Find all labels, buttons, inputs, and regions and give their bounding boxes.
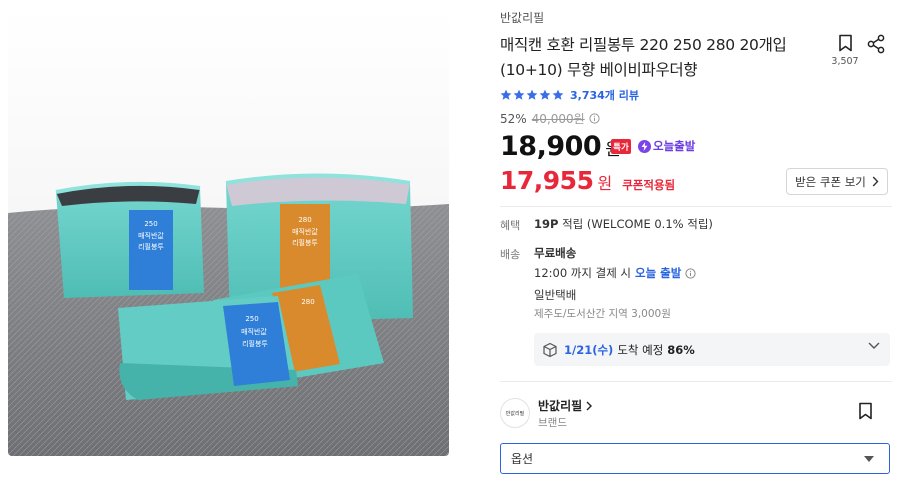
shipping-cutoff-time: 12:00 까지 결제 시 <box>534 266 632 280</box>
svg-text:리필봉투: 리필봉투 <box>138 242 164 251</box>
product-info-panel: 반값리필 매직캔 호환 리필봉투 220 250 280 20개입 (10+10… <box>500 0 892 485</box>
product-image[interactable]: 250 매직반값 리필봉투 280 매직반값 리필봉투 280 250 매직반값… <box>8 8 449 456</box>
benefit-points: 19P <box>534 217 559 231</box>
brand-link[interactable]: 반값리필 <box>500 9 544 26</box>
star-icon <box>513 89 525 100</box>
coupon-price: 17,955 원 쿠폰적용됨 <box>500 166 675 195</box>
rating-row[interactable]: 3,734개 리뷰 <box>500 87 639 103</box>
svg-text:250: 250 <box>245 315 258 323</box>
coupon-applied-tag: 쿠폰적용됨 <box>622 178 676 192</box>
product-title: 매직캔 호환 리필봉투 220 250 280 20개입 (10+10) 무향 … <box>500 36 787 79</box>
bookmark-button[interactable]: 3,507 <box>831 34 859 67</box>
share-button[interactable] <box>866 34 886 54</box>
price-value: 18,900 <box>500 131 602 162</box>
delivery-estimate-dropdown[interactable]: 1/21(수) 도착 예정 86% <box>534 333 890 366</box>
bookmark-icon <box>859 402 872 420</box>
svg-text:리필봉투: 리필봉투 <box>242 339 268 348</box>
divider <box>500 381 892 382</box>
seller-bookmark-button[interactable] <box>858 402 873 424</box>
discount-row: 52% 40,000원 <box>500 110 600 127</box>
coupon-price-value: 17,955 <box>500 166 594 195</box>
svg-text:매직반값: 매직반값 <box>138 231 164 240</box>
benefit-points-row: 19P 적립 (WELCOME 0.1% 적립) <box>534 216 713 232</box>
svg-text:280: 280 <box>298 216 311 224</box>
star-icon <box>500 89 512 100</box>
caret-down-icon <box>864 456 874 462</box>
delivery-text: 도착 예정 <box>617 342 664 357</box>
package-icon <box>543 342 557 357</box>
shipping-fee: 무료배송 <box>534 246 577 260</box>
sale-price: 18,900 원 <box>500 131 621 162</box>
seller-logo[interactable]: 반값리필 <box>500 398 530 428</box>
benefit-text: 적립 (WELCOME 0.1% 적립) <box>562 217 713 231</box>
delivery-percent: 86% <box>667 342 695 357</box>
info-icon[interactable] <box>589 113 600 124</box>
star-icon <box>526 89 538 100</box>
seller-name: 반값리필 <box>538 399 583 413</box>
star-icon <box>552 89 564 100</box>
today-shipping-label: 오늘출발 <box>653 139 696 153</box>
coupon-price-unit: 원 <box>597 174 613 193</box>
bookmark-icon <box>838 34 852 52</box>
chevron-right-icon <box>586 401 593 410</box>
delivery-date: 1/21(수) <box>564 342 614 357</box>
info-icon[interactable] <box>685 267 696 279</box>
review-count-link[interactable]: 3,734개 리뷰 <box>570 87 639 103</box>
view-coupons-label: 받은 쿠폰 보기 <box>795 174 866 189</box>
svg-text:리필봉투: 리필봉투 <box>292 238 318 247</box>
rating-stars <box>500 89 564 101</box>
share-icon <box>867 34 885 54</box>
shipping-label: 배송 <box>500 248 521 261</box>
option-select[interactable]: 옵션 <box>500 443 890 474</box>
product-photo: 250 매직반값 리필봉투 280 매직반값 리필봉투 280 250 매직반값… <box>8 8 449 456</box>
svg-text:매직반값: 매직반값 <box>292 227 318 236</box>
shipping-cutoff-row: 12:00 까지 결제 시 오늘 출발 <box>534 265 696 281</box>
seller-type: 브랜드 <box>538 417 567 429</box>
chevron-right-icon <box>872 176 879 187</box>
lightning-icon <box>638 139 651 153</box>
star-icon <box>539 89 551 100</box>
view-coupons-button[interactable]: 받은 쿠폰 보기 <box>786 168 888 195</box>
option-select-placeholder: 옵션 <box>511 452 534 466</box>
shipping-method: 일반택배 <box>534 288 577 302</box>
today-shipping-badge: 오늘출발 <box>638 138 695 154</box>
svg-text:280: 280 <box>301 298 314 306</box>
shipping-extra-fee: 제주도/도서산간 지역 3,000원 <box>534 308 671 320</box>
divider <box>500 206 892 207</box>
hot-deal-badge: 특가 <box>611 139 631 154</box>
chevron-down-icon <box>868 342 880 349</box>
bookmark-count: 3,507 <box>831 56 859 67</box>
shipping-cutoff-highlight: 오늘 출발 <box>635 266 682 280</box>
seller-name-link[interactable]: 반값리필 <box>538 397 593 414</box>
benefit-label: 혜택 <box>500 219 521 232</box>
original-price: 40,000원 <box>531 112 585 126</box>
discount-rate: 52% <box>500 111 527 126</box>
svg-text:매직반값: 매직반값 <box>241 327 267 336</box>
svg-text:250: 250 <box>144 220 157 228</box>
